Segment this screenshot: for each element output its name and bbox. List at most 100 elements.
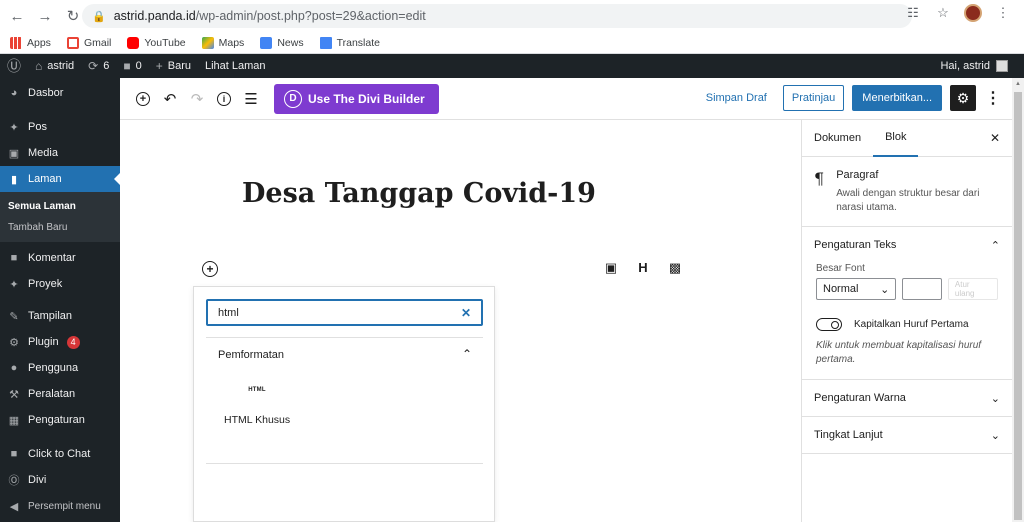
sidebar-item-posts[interactable]: ✦ Pos — [0, 114, 120, 140]
pushpin-icon: ✦ — [9, 278, 19, 291]
reload-icon[interactable]: ↻ — [62, 5, 84, 27]
account-menu[interactable]: Hai, astrid — [940, 54, 1008, 78]
info-icon[interactable]: i — [211, 86, 237, 112]
custom-font-size-input[interactable] — [902, 278, 942, 300]
close-icon[interactable]: ✕ — [990, 131, 1000, 145]
sidebar-item-users[interactable]: ● Pengguna — [0, 355, 120, 381]
sidebar-item-projects[interactable]: ✦ Proyek — [0, 271, 120, 297]
bookmark-maps[interactable]: Maps — [201, 36, 244, 49]
divi-logo-icon: D — [284, 89, 302, 108]
save-draft-button[interactable]: Simpan Draf — [698, 92, 775, 104]
lock-icon: 🔒 — [92, 10, 106, 23]
sidebar-item-click-to-chat[interactable]: ■ Click to Chat — [0, 441, 120, 467]
advanced-toggle[interactable]: Tingkat Lanjut ⌄ — [802, 417, 1012, 453]
text-settings-panel: Pengaturan Teks ⌃ Besar Font Normal ⌄ At… — [802, 227, 1012, 380]
color-settings-panel: Pengaturan Warna ⌄ — [802, 380, 1012, 417]
url-path: /wp-admin/post.php?post=29&action=edit — [195, 9, 426, 23]
browser-toolbar: ← → ↻ 🔒 astrid.panda.id/wp-admin/post.ph… — [0, 0, 1024, 32]
translate-page-icon[interactable]: ☷ — [904, 5, 922, 21]
wp-admin-bar: Ⓤ ⌂ astrid ⟳ 6 ■ 0 + Baru Lihat Laman Hai, a… — [0, 54, 1024, 78]
sidebar-item-tools[interactable]: ⚒ Peralatan — [0, 381, 120, 407]
submenu-all-pages[interactable]: Semua Laman — [0, 196, 120, 217]
url-host: astrid.panda.id — [113, 9, 196, 23]
bookmark-apps[interactable]: Apps — [10, 36, 51, 49]
chat-icon: ■ — [10, 448, 18, 460]
paintbrush-icon: ✎ — [9, 310, 19, 323]
tab-block[interactable]: Blok — [873, 120, 919, 157]
heading-block-icon[interactable]: H — [634, 260, 652, 276]
new-content-menu[interactable]: + Baru — [149, 54, 198, 78]
inserter-divider-bottom — [206, 463, 483, 464]
view-page-link[interactable]: Lihat Laman — [198, 54, 273, 78]
sidebar-item-plugins[interactable]: ⚙ Plugin 4 — [0, 329, 120, 355]
bookmark-star-icon[interactable]: ☆ — [934, 5, 952, 21]
pages-submenu: Semua Laman Tambah Baru — [0, 192, 120, 242]
redo-icon[interactable]: ↷ — [184, 86, 210, 112]
bookmark-translate[interactable]: Translate — [319, 36, 380, 49]
profile-avatar[interactable] — [964, 4, 982, 22]
wp-logo-menu[interactable]: Ⓤ — [0, 54, 28, 78]
inserter-category-title[interactable]: Pemformatan — [218, 349, 284, 361]
sidebar-item-settings[interactable]: ▦ Pengaturan — [0, 407, 120, 433]
clear-search-icon[interactable]: ✕ — [461, 306, 471, 320]
font-size-reset-button[interactable]: Atur ulang — [947, 278, 998, 300]
block-option-custom-html[interactable]: HTML HTML Khusus — [224, 387, 290, 426]
more-options-icon[interactable]: ⋮ — [984, 88, 1002, 108]
maps-icon — [201, 36, 214, 49]
block-inserter-popover: ✕ Pemformatan ⌃ HTML HTML Khusus — [193, 286, 495, 522]
news-icon — [260, 36, 273, 49]
drop-cap-toggle[interactable] — [816, 318, 842, 331]
chevron-down-icon: ⌄ — [990, 392, 1000, 405]
editor-canvas: Desa Tanggap Covid-19 + ▣ H ▩ ✕ Pemforma… — [120, 120, 801, 522]
block-search-input[interactable] — [218, 306, 448, 319]
sidebar-item-comments[interactable]: ■ Komentar — [0, 245, 120, 271]
sidebar-item-divi[interactable]: Ⓞ Divi — [0, 467, 120, 493]
comment-icon: ■ — [10, 252, 18, 264]
add-block-icon[interactable]: + — [130, 86, 156, 112]
back-arrow-icon[interactable]: ← — [6, 5, 28, 27]
sidebar-item-appearance[interactable]: ✎ Tampilan — [0, 303, 120, 329]
bookmark-gmail[interactable]: Gmail — [66, 36, 111, 49]
font-size-select[interactable]: Normal ⌄ — [816, 278, 897, 300]
chevron-up-icon[interactable]: ⌃ — [462, 347, 472, 361]
block-inserter-toggle[interactable]: + — [202, 261, 218, 277]
image-block-icon[interactable]: ▣ — [602, 260, 620, 276]
text-settings-toggle[interactable]: Pengaturan Teks ⌃ — [802, 227, 1012, 263]
bookmark-youtube[interactable]: YouTube — [127, 36, 186, 49]
address-bar[interactable]: 🔒 astrid.panda.id/wp-admin/post.php?post… — [82, 4, 912, 28]
scroll-thumb[interactable] — [1014, 92, 1022, 520]
divi-builder-button[interactable]: D Use The Divi Builder — [274, 83, 439, 114]
scroll-up-arrow-icon[interactable]: ▲ — [1015, 81, 1021, 87]
list-view-icon[interactable]: ☰ — [238, 86, 264, 112]
user-avatar — [996, 60, 1008, 72]
post-title[interactable]: Desa Tanggap Covid-19 — [242, 178, 596, 209]
plugin-icon: ⚙ — [9, 336, 19, 349]
youtube-icon — [127, 36, 140, 49]
sidebar-item-media[interactable]: ▣ Media — [0, 140, 120, 166]
preview-button[interactable]: Pratinjau — [782, 85, 845, 111]
divi-icon: Ⓞ — [8, 475, 20, 487]
media-icon: ▣ — [8, 147, 20, 160]
apps-grid-icon — [10, 36, 22, 49]
updates-menu[interactable]: ⟳ 6 — [81, 54, 116, 78]
block-card-description: Awali dengan struktur besar dari narasi … — [836, 188, 980, 213]
site-name-menu[interactable]: ⌂ astrid — [28, 54, 81, 78]
page-scrollbar[interactable]: ▲ — [1012, 78, 1024, 522]
bookmark-news[interactable]: News — [260, 36, 304, 49]
undo-icon[interactable]: ↶ — [157, 86, 183, 112]
gallery-block-icon[interactable]: ▩ — [666, 260, 684, 276]
html-block-icon: HTML — [248, 387, 266, 393]
collapse-menu-button[interactable]: ◀ Persempit menu — [0, 493, 120, 519]
settings-gear-icon[interactable]: ⚙ — [950, 85, 976, 111]
sidebar-item-dashboard[interactable]: ◕ Dasbor — [0, 80, 120, 106]
collapse-arrow-icon: ◀ — [9, 500, 19, 513]
forward-arrow-icon[interactable]: → — [34, 5, 56, 27]
comments-menu[interactable]: ■ 0 — [116, 54, 148, 78]
translate-icon — [319, 36, 332, 49]
sidebar-item-pages[interactable]: ▮ Laman — [0, 166, 120, 192]
color-settings-toggle[interactable]: Pengaturan Warna ⌄ — [802, 380, 1012, 416]
publish-button[interactable]: Menerbitkan... — [852, 85, 942, 111]
submenu-add-new[interactable]: Tambah Baru — [0, 217, 120, 238]
tab-document[interactable]: Dokumen — [802, 120, 873, 157]
browser-menu-icon[interactable]: ⋮ — [994, 5, 1012, 21]
